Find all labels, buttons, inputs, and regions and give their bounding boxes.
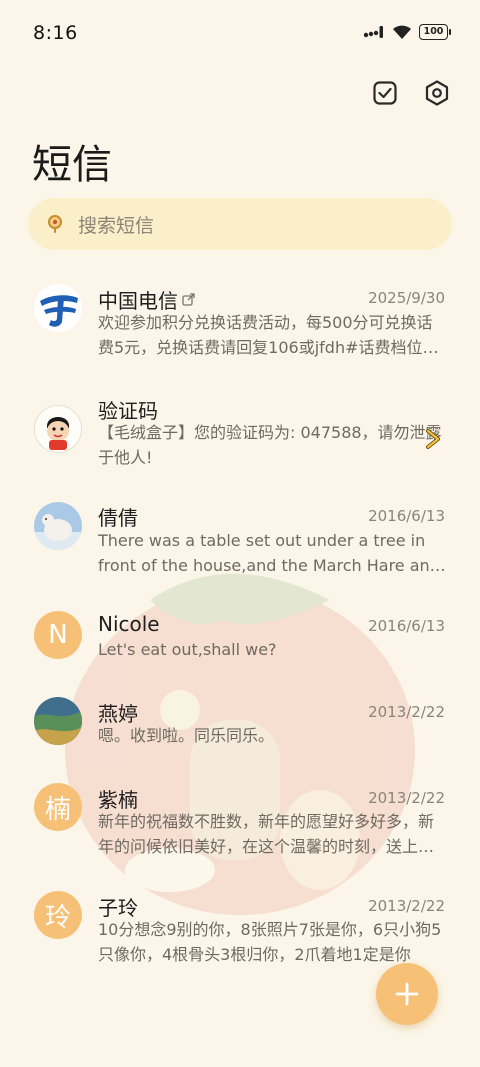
plus-icon (395, 982, 419, 1006)
avatar-initial: 楠 (34, 783, 82, 831)
message-preview: 【毛绒盒子】您的验证码为: 047588，请勿泄露于他人! (98, 423, 442, 467)
message-preview: Let's eat out,shall we? (98, 640, 277, 659)
signal-icon (363, 26, 383, 38)
message-date: 2016/6/13 (368, 507, 445, 525)
battery-icon: 100 (419, 24, 451, 40)
contact-name: Nicole (98, 612, 160, 636)
message-date: 2013/2/22 (368, 789, 445, 807)
contact-name-text: 倩倩 (98, 506, 138, 530)
message-date: 2016/6/13 (368, 617, 445, 635)
message-preview: 欢迎参加积分兑换话费活动，每500分可兑换话费5元，兑换话费请回复106或jfd… (98, 313, 439, 357)
polar-bear-photo-icon (34, 502, 82, 550)
message-list: 中国电信 2025/9/30 欢迎参加积分兑换话费活动，每500分可兑换话费5元… (0, 270, 480, 970)
new-message-button[interactable] (376, 963, 438, 1025)
avatar: 楠 (34, 783, 82, 831)
external-link-icon (182, 293, 195, 306)
status-icons: 100 (363, 24, 451, 40)
top-actions (370, 78, 452, 108)
avatar (34, 697, 82, 745)
landscape-photo-icon (34, 697, 82, 745)
contact-name-text: Nicole (98, 612, 160, 636)
search-placeholder: 搜索短信 (78, 214, 155, 237)
search-bar[interactable]: 搜索短信 (28, 198, 452, 250)
message-item[interactable]: N Nicole 2016/6/13 Let's eat out,shall w… (0, 600, 480, 686)
cartoon-avatar-icon (35, 406, 81, 452)
message-date: 2013/2/22 (368, 703, 445, 721)
message-preview: 嗯。收到啦。同乐同乐。 (98, 726, 275, 745)
avatar: N (34, 611, 82, 659)
avatar-initial: N (34, 611, 82, 659)
wifi-icon (393, 25, 411, 39)
message-item[interactable]: 玲 子玲 2013/2/22 10分想念9别的你，8张照片7张是你，6只小狗5只… (0, 880, 480, 970)
page-title: 短信 (32, 142, 112, 188)
message-date: 2013/2/22 (368, 897, 445, 915)
search-icon (44, 213, 66, 235)
settings-button[interactable] (422, 78, 452, 108)
message-item[interactable]: 中国电信 2025/9/30 欢迎参加积分兑换话费活动，每500分可兑换话费5元… (0, 270, 480, 380)
avatar-initial: 玲 (34, 891, 82, 939)
message-item[interactable]: 燕婷 2013/2/22 嗯。收到啦。同乐同乐。 (0, 686, 480, 772)
select-mode-button[interactable] (370, 78, 400, 108)
avatar (34, 284, 82, 332)
status-bar: 8:16 100 (0, 0, 480, 66)
status-time: 8:16 (33, 22, 78, 44)
avatar: 玲 (34, 891, 82, 939)
china-telecom-logo-icon (34, 284, 82, 332)
message-preview: 新年的祝福数不胜数，新年的愿望好多好多，新年的问候依旧美好，在这个温馨的时刻，送… (98, 812, 435, 856)
message-item[interactable]: 楠 紫楠 2013/2/22 新年的祝福数不胜数，新年的愿望好多好多，新年的问候… (0, 772, 480, 880)
avatar (34, 405, 82, 453)
message-item[interactable]: 倩倩 2016/6/13 There was a table set out u… (0, 490, 480, 600)
chevron-right-icon[interactable] (424, 428, 442, 450)
message-item[interactable]: 验证码 【毛绒盒子】您的验证码为: 047588，请勿泄露于他人! (0, 380, 480, 490)
avatar (34, 502, 82, 550)
checkbox-icon (373, 81, 397, 105)
message-date: 2025/9/30 (368, 289, 445, 307)
contact-name: 倩倩 (98, 502, 138, 531)
settings-icon (425, 80, 449, 106)
message-preview: 10分想念9别的你，8张照片7张是你，6只小狗5只像你，4根骨头3根归你，2爪着… (98, 920, 442, 964)
message-preview: There was a table set out under a tree i… (98, 531, 440, 575)
